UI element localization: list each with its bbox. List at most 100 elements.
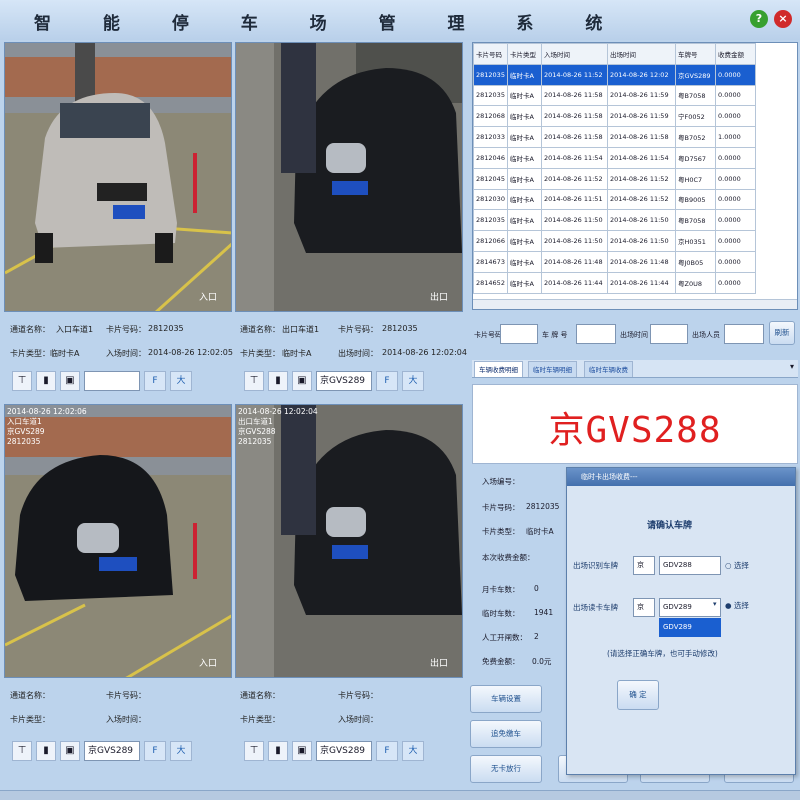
vehicle-settings-button[interactable]: 车辆设置 <box>470 685 542 713</box>
camera-corner-label: 入口 <box>198 659 217 669</box>
camera-button[interactable]: ▮ <box>268 741 288 761</box>
barrier-open-button[interactable]: ⊤ <box>12 371 32 391</box>
camera-corner-label: 出口 <box>429 659 448 669</box>
next-button[interactable]: 大 <box>170 371 192 391</box>
table-row[interactable]: 2812066 临时卡A 2014-08-26 11:50 2014-08-26 11… <box>473 230 756 252</box>
tab-temp-charge[interactable]: 临时车辆收费 <box>584 361 633 377</box>
confirm-button[interactable]: 确 定 <box>617 680 659 710</box>
camera-button[interactable]: ▮ <box>268 371 288 391</box>
overlay-line: 出口车道1 <box>238 417 273 426</box>
entry-select-label: 选择 <box>733 601 749 610</box>
table-row[interactable]: 2814673 临时卡A 2014-08-26 11:48 2014-08-26 11… <box>473 250 756 273</box>
table-row[interactable]: 2814652 临时卡A 2014-08-26 11:44 2014-08-26 11… <box>473 271 756 294</box>
table-row[interactable]: 2812046 临时卡A 2014-08-26 11:54 2014-08-26 11… <box>473 146 756 169</box>
camera-button[interactable]: ▮ <box>36 741 56 761</box>
table-cell: 临时卡A <box>507 188 542 211</box>
col-header[interactable]: 入场时间 <box>541 43 608 65</box>
plate-input[interactable]: 京GVS289 <box>316 371 372 391</box>
recog-select-radio[interactable]: ○ 选择 <box>725 560 749 571</box>
recog-plate-label: 出场识别车牌 <box>573 561 618 570</box>
entry-info-2: 通道名称： 卡片号码： 卡片类型： 入场时间： <box>0 684 232 732</box>
time-label: 入场时间： <box>338 715 378 724</box>
search-bar: 卡片号码 车 牌 号 出场时间 出场人员 刷新 <box>472 318 798 350</box>
barrier-open-button[interactable]: ⊤ <box>244 741 264 761</box>
table-cell: 2014-08-26 11:58 <box>541 84 608 107</box>
card-no-value: 2812035 <box>382 324 418 333</box>
next-button[interactable]: 大 <box>402 741 424 761</box>
table-cell: 2014-08-26 11:58 <box>541 126 608 148</box>
overlay-line: 京GVS288 <box>238 427 276 436</box>
exit-time-input[interactable] <box>650 324 688 344</box>
car-icon[interactable]: ▣ <box>60 741 80 761</box>
dropdown-option[interactable]: GDV289 <box>659 618 721 637</box>
charge-info: 入场编号： 卡片号码： 2812035 卡片类型： 临时卡A 本次收费金额： 月… <box>472 466 572 676</box>
free-vehicle-button[interactable]: 追免缴车 <box>470 720 542 748</box>
table-cell: 粤H0C7 <box>675 167 716 190</box>
car-icon[interactable]: ▣ <box>60 371 80 391</box>
table-row[interactable]: 2812033 临时卡A 2014-08-26 11:58 2014-08-26 11… <box>473 126 756 148</box>
car-icon[interactable]: ▣ <box>292 741 312 761</box>
table-row[interactable]: 2812045 临时卡A 2014-08-26 11:52 2014-08-26 11… <box>473 167 756 190</box>
plate-input[interactable]: 京GVS289 <box>84 741 140 761</box>
prev-button[interactable]: F <box>144 741 166 761</box>
close-button[interactable]: × <box>774 10 792 28</box>
table-cell: 2014-08-26 11:44 <box>541 271 608 294</box>
exit-toolbar: ⊤ ▮ ▣ 京GVS289 F 大 <box>244 371 444 393</box>
plate-input[interactable]: 京GVS289 <box>316 741 372 761</box>
col-header[interactable]: 车牌号 <box>675 43 716 65</box>
barrier-open-button[interactable]: ⊤ <box>244 371 264 391</box>
chevron-down-icon[interactable]: ▾ <box>713 600 717 608</box>
help-button[interactable]: ? <box>750 10 768 28</box>
col-header[interactable]: 收费金额 <box>715 43 756 65</box>
col-header[interactable]: 卡片号码 <box>473 43 508 65</box>
entry-plate-select[interactable]: GDV289 <box>659 598 721 617</box>
table-cell: 2014-08-26 11:48 <box>607 250 676 273</box>
tab-temp-vehicle[interactable]: 临时车辆明细 <box>528 361 577 377</box>
table-row[interactable]: 2812030 临时卡A 2014-08-26 11:51 2014-08-26 11… <box>473 188 756 211</box>
table-row[interactable]: 2812035 临时卡A 2014-08-26 11:52 2014-08-26 12… <box>473 63 756 86</box>
tab-charge-detail[interactable]: 车辆收费明细 <box>474 361 523 377</box>
col-header[interactable]: 卡片类型 <box>507 43 542 65</box>
next-button[interactable]: 大 <box>170 741 192 761</box>
card-type-label: 卡片类型： <box>240 349 280 358</box>
entry-select-radio[interactable]: ● 选择 <box>725 600 749 611</box>
card-type-label: 卡片类型： <box>10 349 50 358</box>
table-row[interactable]: 2812068 临时卡A 2014-08-26 11:58 2014-08-26 11… <box>473 105 756 128</box>
table-cell: 0.0000 <box>715 105 756 128</box>
next-button[interactable]: 大 <box>402 371 424 391</box>
barrier-open-button[interactable]: ⊤ <box>12 741 32 761</box>
entry-toolbar-2: ⊤ ▮ ▣ 京GVS289 F 大 <box>12 741 212 763</box>
car-icon[interactable]: ▣ <box>292 371 312 391</box>
horizontal-scrollbar[interactable] <box>473 299 797 309</box>
table-row[interactable]: 2812035 临时卡A 2014-08-26 11:58 2014-08-26 11… <box>473 84 756 107</box>
no-card-release-button[interactable]: 无卡放行 <box>470 755 542 783</box>
table-cell: 2014-08-26 11:58 <box>541 105 608 128</box>
table-cell: 粤J0B05 <box>675 250 716 273</box>
lane-label: 通道名称： <box>10 325 50 334</box>
plate-search-input[interactable] <box>576 324 616 344</box>
chevron-down-icon[interactable]: ▾ <box>790 362 794 371</box>
table-cell: 2814652 <box>473 271 508 294</box>
exit-info: 通道名称： 出口车道1 卡片号码： 2812035 卡片类型： 临时卡A 出场时… <box>232 318 468 366</box>
person-input[interactable] <box>724 324 764 344</box>
table-cell: 粤Z0U8 <box>675 271 716 294</box>
col-header[interactable]: 出场时间 <box>607 43 676 65</box>
prev-button[interactable]: F <box>376 741 398 761</box>
prev-button[interactable]: F <box>144 371 166 391</box>
recog-prefix-select[interactable]: 京 <box>633 556 655 575</box>
table-cell: 2812035 <box>473 84 508 107</box>
entry-prefix-select[interactable]: 京 <box>633 598 655 617</box>
plate-input[interactable] <box>84 371 140 391</box>
prev-button[interactable]: F <box>376 371 398 391</box>
recog-plate-input[interactable]: GDV288 <box>659 556 721 575</box>
camera-button[interactable]: ▮ <box>36 371 56 391</box>
refresh-button[interactable]: 刷新 <box>769 321 795 345</box>
lane-value: 出口车道1 <box>282 325 320 334</box>
card-search-input[interactable] <box>500 324 538 344</box>
recognized-plate: 京GVS288 <box>548 410 722 451</box>
table-cell: 临时卡A <box>507 126 542 148</box>
table-row[interactable]: 2812035 临时卡A 2014-08-26 11:50 2014-08-26 11… <box>473 209 756 232</box>
table-cell: 粤D7567 <box>675 146 716 169</box>
table-cell: 2014-08-26 11:52 <box>607 188 676 211</box>
table-cell: 2014-08-26 12:02 <box>607 63 676 86</box>
